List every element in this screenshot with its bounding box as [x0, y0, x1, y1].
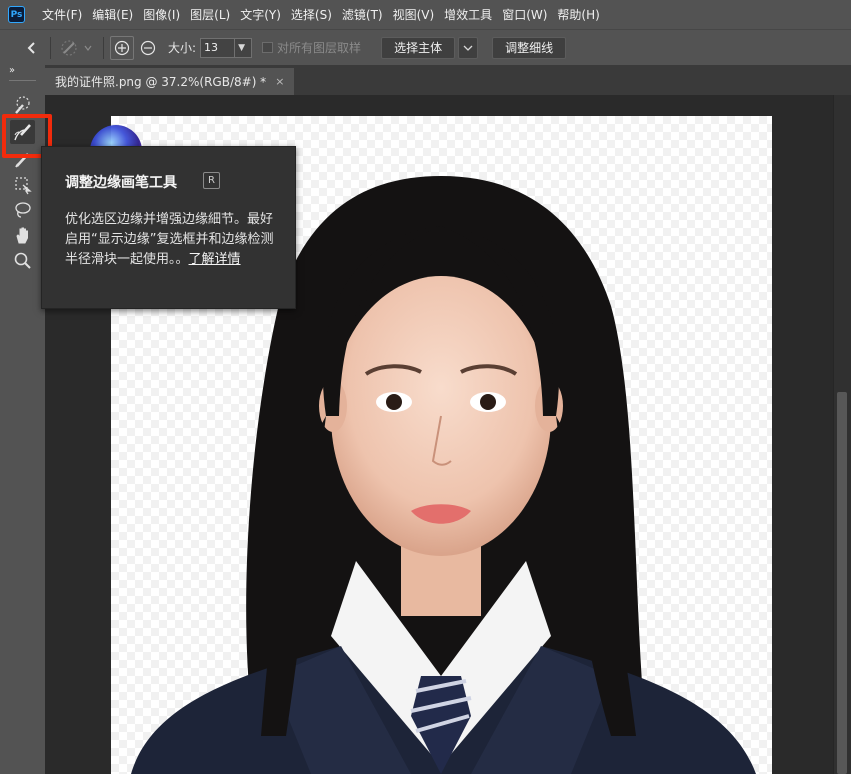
- tooltip-title: 调整边缘画笔工具: [65, 175, 177, 191]
- tools-panel: ››: [0, 65, 45, 774]
- menu-plugins[interactable]: 增效工具: [439, 0, 497, 29]
- menu-window[interactable]: 窗口(W): [497, 0, 552, 29]
- zoom-tool-icon[interactable]: [10, 249, 35, 273]
- panel-grip[interactable]: [9, 80, 36, 81]
- sample-all-layers-label: 对所有图层取样: [277, 41, 362, 55]
- size-label: 大小:: [168, 41, 197, 55]
- photoshop-logo-icon[interactable]: Ps: [8, 6, 25, 23]
- refine-hair-button[interactable]: 调整细线: [492, 36, 567, 59]
- vertical-scrollbar-thumb[interactable]: [837, 392, 847, 774]
- chevron-down-icon[interactable]: ▼: [234, 38, 248, 57]
- brush-preset-picker-icon[interactable]: [57, 36, 97, 60]
- tool-tooltip: 调整边缘画笔工具 R 优化选区边缘并增强边缘細节。最好启用“显示边缘”复选框并和…: [41, 146, 296, 309]
- menu-help[interactable]: 帮助(H): [552, 0, 604, 29]
- size-value[interactable]: 13: [204, 41, 218, 54]
- menu-file[interactable]: 文件(F): [37, 0, 87, 29]
- expand-detection-icon[interactable]: [110, 35, 134, 60]
- hand-tool-icon[interactable]: [10, 223, 35, 247]
- lasso-tool-icon[interactable]: [10, 198, 35, 222]
- menu-type[interactable]: 文字(Y): [235, 0, 286, 29]
- document-tab-title[interactable]: 我的证件照.png @ 37.2%(RGB/8#) *: [55, 73, 266, 90]
- menu-view[interactable]: 视图(V): [388, 0, 440, 29]
- options-bar: 大小: 13 ▼ 对所有图层取样 选择主体 调整细线: [0, 29, 851, 65]
- tooltip-description: 优化选区边缘并增强边缘細节。最好启用“显示边缘”复选框并和边缘检测半径滑块一起使…: [65, 212, 274, 267]
- tooltip-shortcut-key: R: [203, 172, 220, 189]
- options-divider: [50, 36, 51, 59]
- chevron-down-icon: [463, 45, 473, 51]
- document-tab[interactable]: 我的证件照.png @ 37.2%(RGB/8#) * ×: [45, 68, 295, 95]
- erase-refinements-icon[interactable]: [136, 36, 160, 60]
- tooltip-body: 优化选区边缘并增强边缘細节。最好启用“显示边缘”复选框并和边缘检测半径滑块一起使…: [65, 210, 277, 270]
- menu-select[interactable]: 选择(S): [286, 0, 337, 29]
- menu-bar: Ps 文件(F) 编辑(E) 图像(I) 图层(L) 文字(Y) 选择(S) 滤…: [0, 0, 851, 29]
- select-subject-button[interactable]: 选择主体: [381, 36, 456, 59]
- collapse-panel-icon[interactable]: ››: [9, 65, 15, 76]
- size-field[interactable]: 13 ▼: [200, 37, 253, 58]
- menu-layer[interactable]: 图层(L): [185, 0, 235, 29]
- sample-all-layers-checkbox[interactable]: [262, 42, 274, 53]
- close-icon[interactable]: ×: [275, 75, 284, 88]
- chevron-left-icon[interactable]: [20, 36, 44, 60]
- learn-more-link[interactable]: 了解详情: [189, 252, 241, 267]
- options-divider: [103, 36, 104, 59]
- menu-edit[interactable]: 编辑(E): [87, 0, 138, 29]
- menu-image[interactable]: 图像(I): [138, 0, 185, 29]
- select-subject-dropdown[interactable]: [458, 36, 479, 59]
- document-tab-strip: 我的证件照.png @ 37.2%(RGB/8#) * ×: [45, 65, 851, 95]
- menu-filter[interactable]: 滤镜(T): [337, 0, 388, 29]
- object-selection-tool-icon[interactable]: [10, 173, 35, 197]
